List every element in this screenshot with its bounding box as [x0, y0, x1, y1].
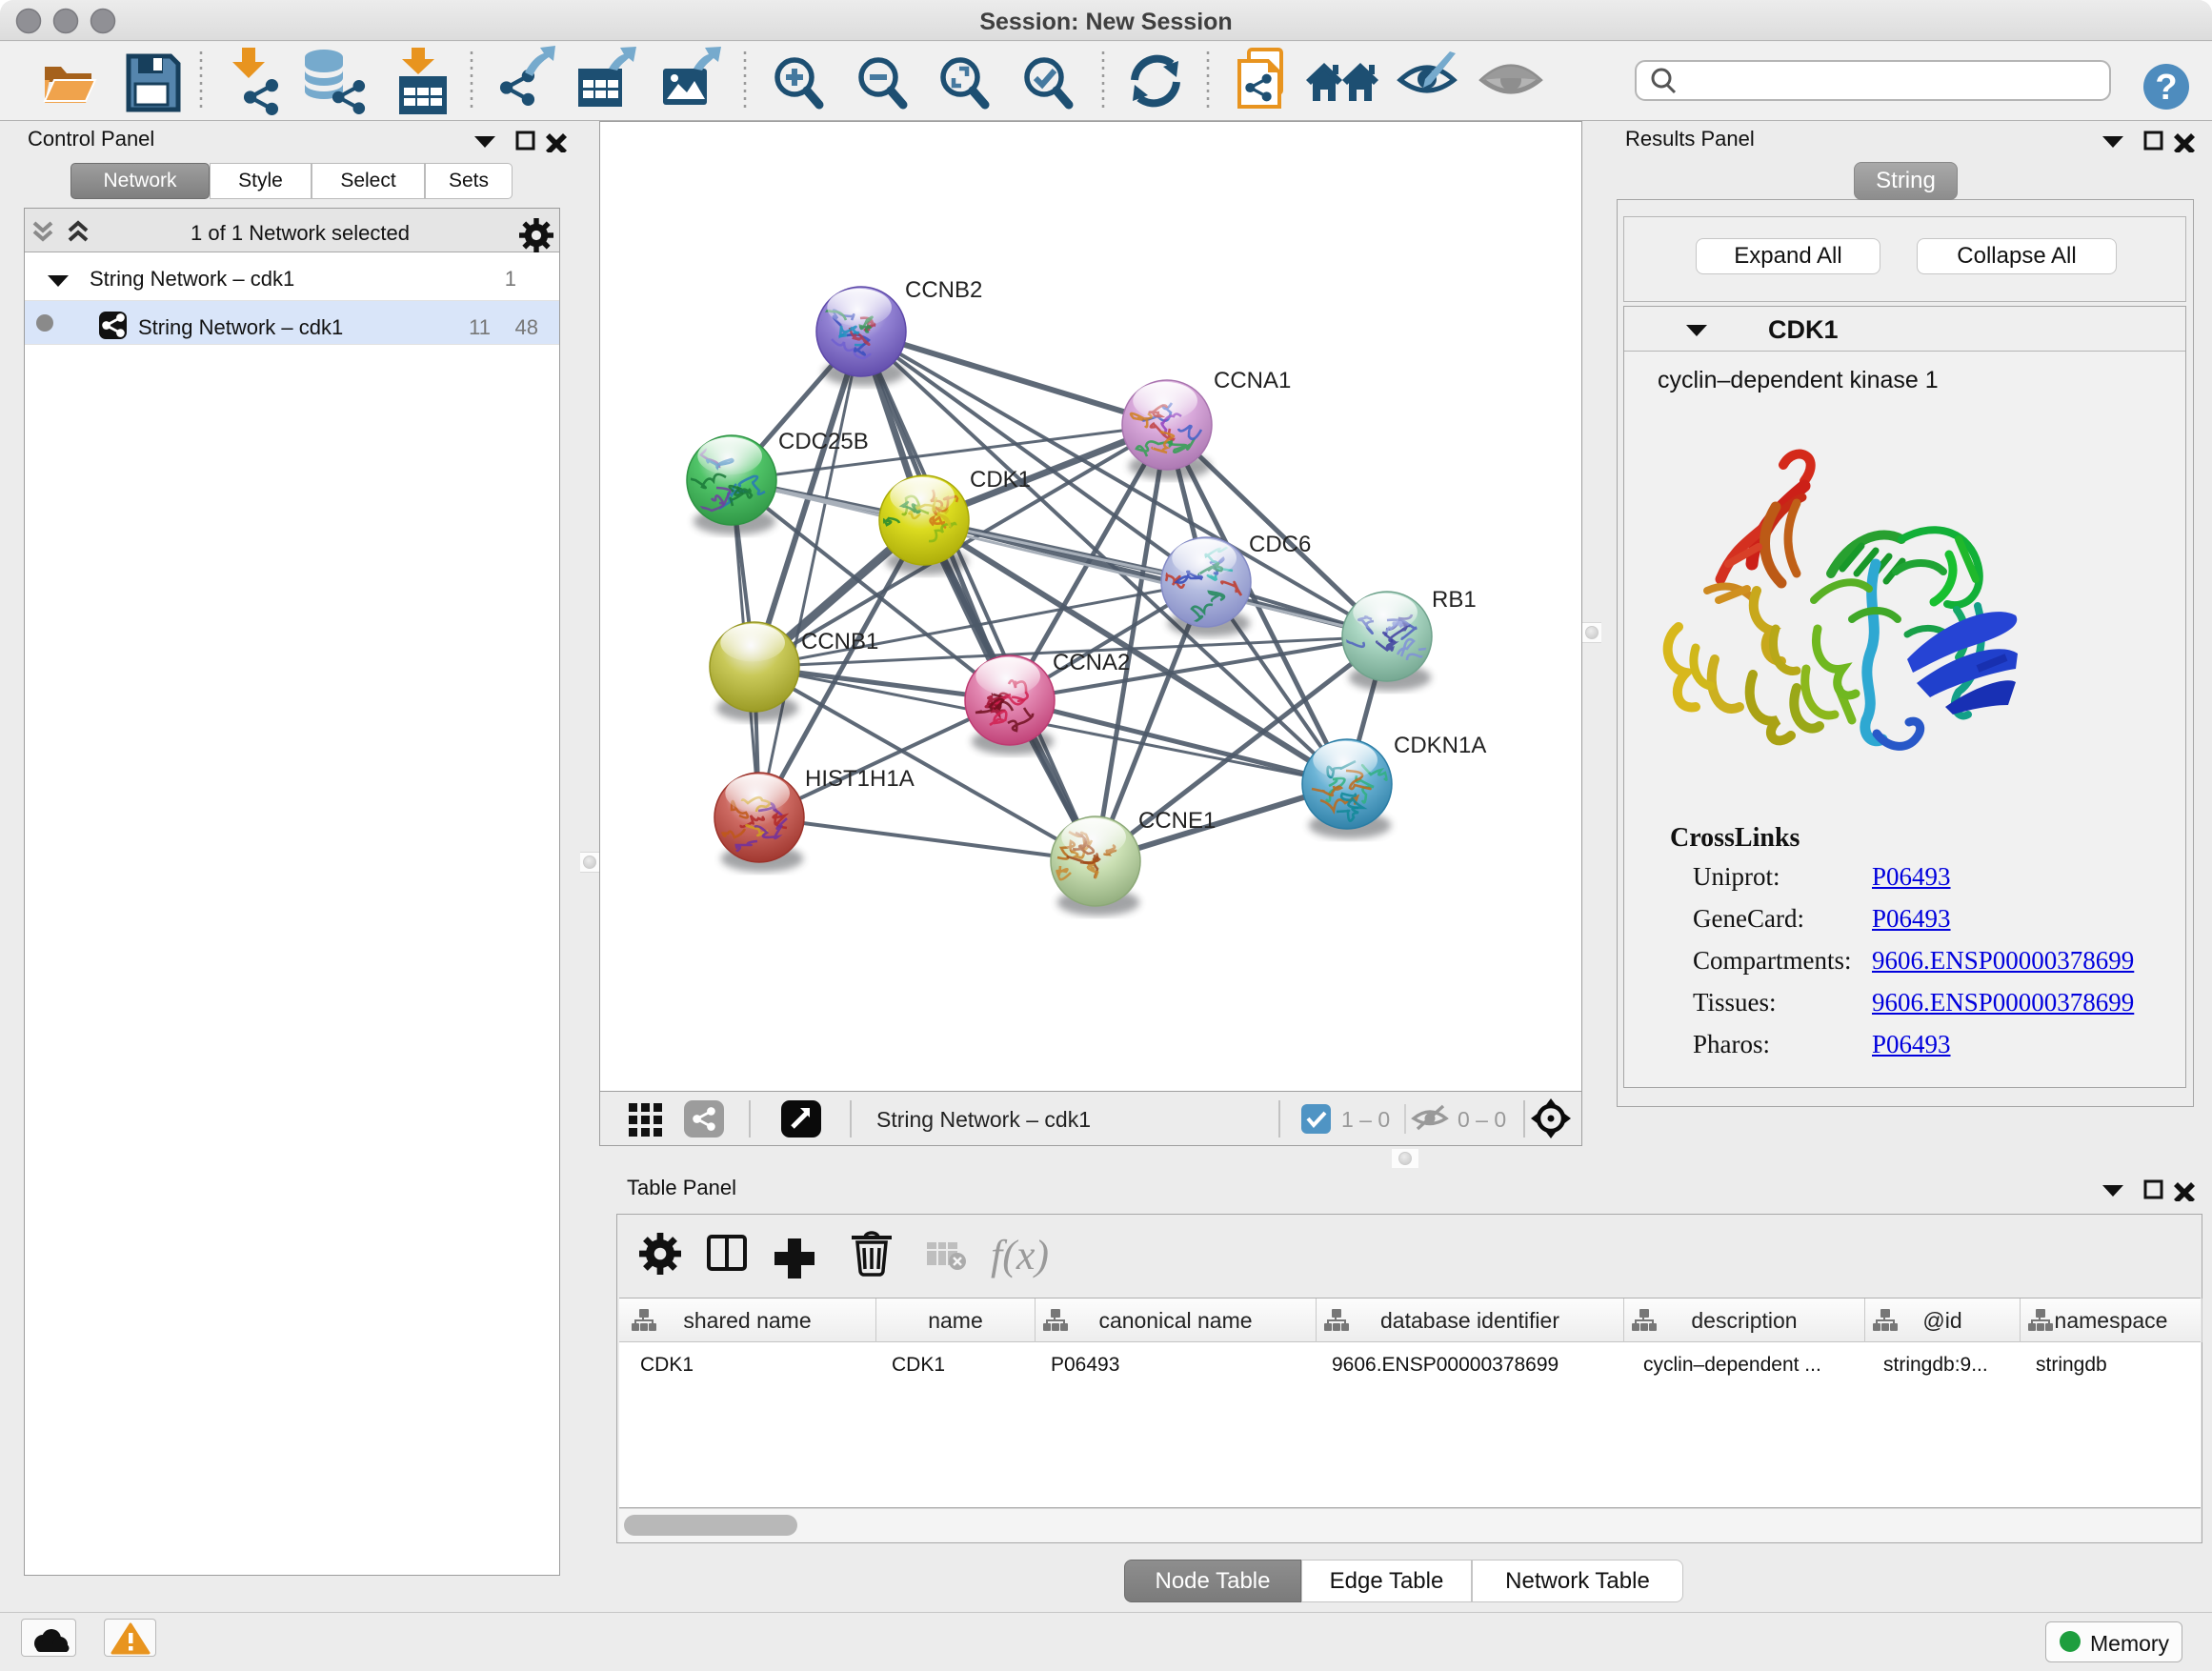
svg-text:?: ? — [2155, 68, 2177, 108]
svg-text:CCNA1: CCNA1 — [1214, 368, 1291, 393]
svg-text:f(x): f(x) — [991, 1232, 1049, 1278]
svg-text:RB1: RB1 — [1432, 587, 1477, 613]
svg-text:CDKN1A: CDKN1A — [1394, 733, 1486, 758]
svg-text:CCNB1: CCNB1 — [801, 629, 878, 654]
svg-text:CDK1: CDK1 — [970, 467, 1031, 493]
svg-text:1 – 0: 1 – 0 — [1341, 1107, 1390, 1132]
svg-text:HIST1H1A: HIST1H1A — [805, 766, 915, 792]
svg-text:0 – 0: 0 – 0 — [1458, 1107, 1506, 1132]
svg-text:CCNE1: CCNE1 — [1138, 808, 1216, 834]
svg-text:CDC25B: CDC25B — [778, 429, 869, 454]
svg-text:CCNB2: CCNB2 — [905, 277, 982, 303]
svg-text:String Network – cdk1: String Network – cdk1 — [876, 1107, 1091, 1132]
svg-text:CCNA2: CCNA2 — [1053, 650, 1130, 675]
svg-text:CDC6: CDC6 — [1249, 532, 1311, 557]
